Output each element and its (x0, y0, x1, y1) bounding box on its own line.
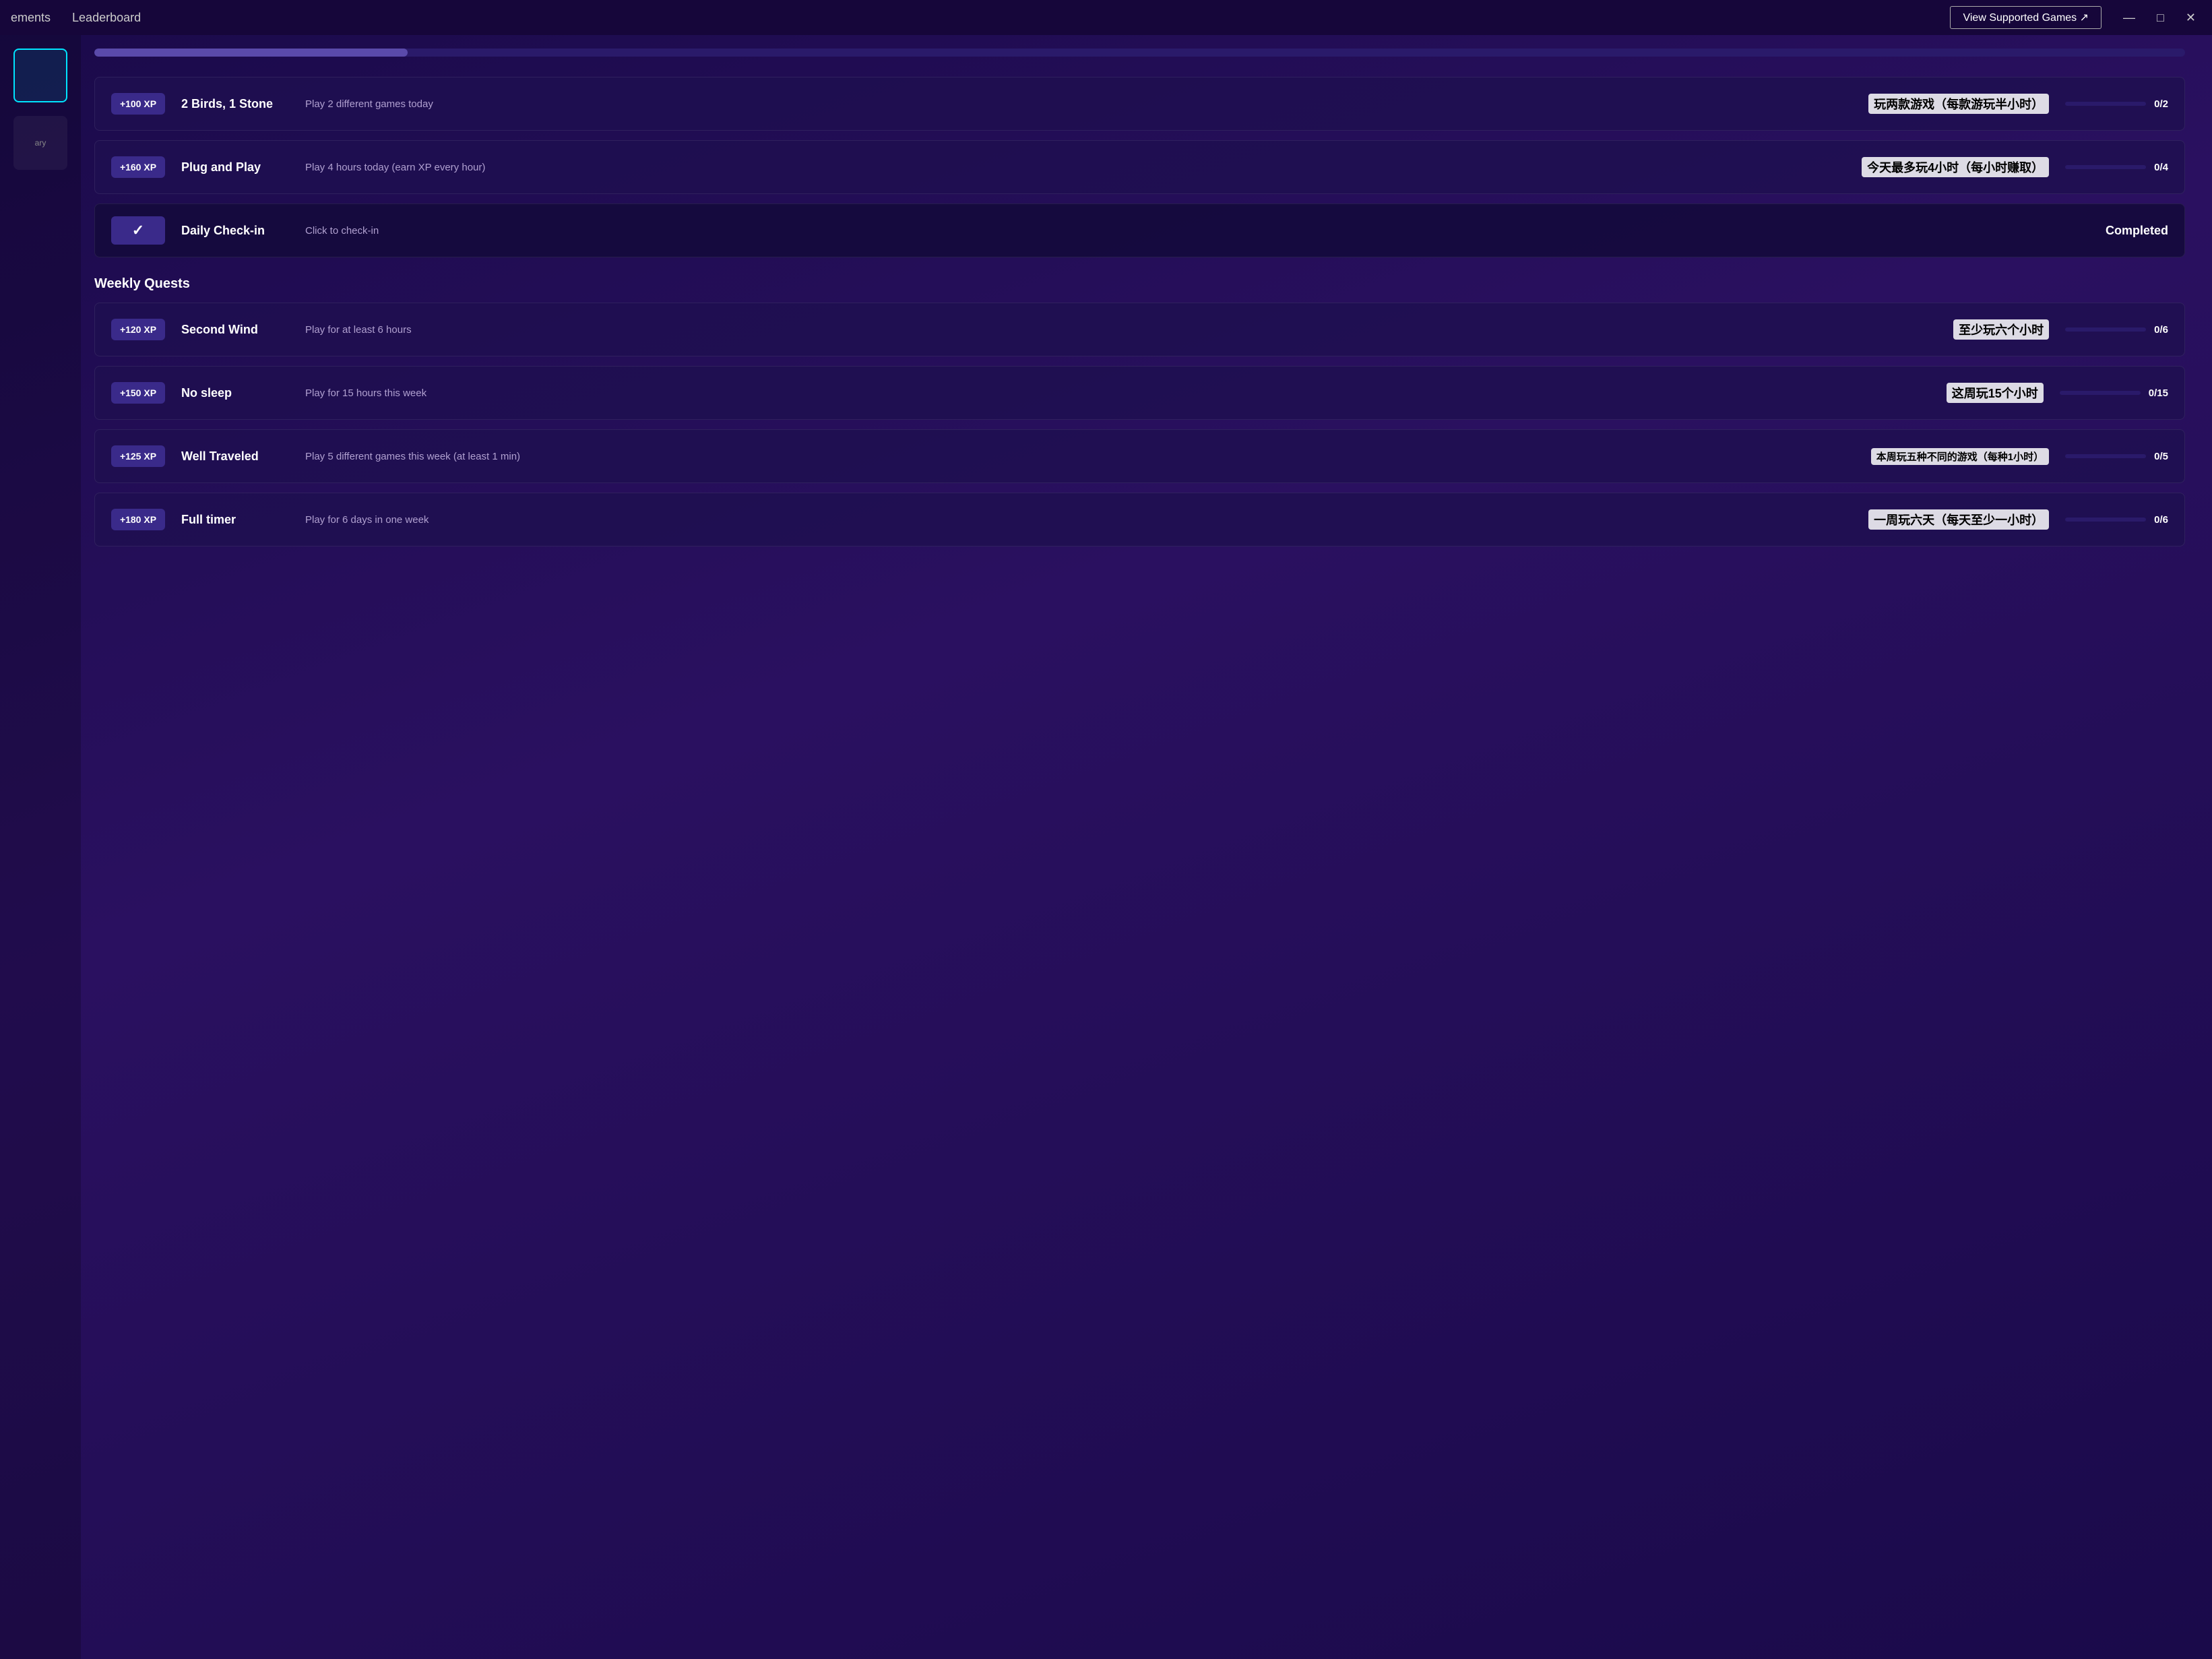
quest-name-welltraveled: Well Traveled (181, 449, 289, 464)
completed-text-checkin: Completed (2106, 224, 2168, 238)
quest-item-checkin[interactable]: ✓ Daily Check-in Click to check-in Compl… (94, 204, 2185, 257)
minimize-button[interactable]: — (2118, 8, 2141, 28)
quest-name-plug: Plug and Play (181, 160, 289, 175)
xp-badge-fulltimer: +180 XP (111, 509, 165, 530)
quest-progress-secondwind: 0/6 (2065, 324, 2168, 336)
quest-desc-secondwind: Play for at least 6 hours (305, 324, 1937, 336)
nav-item-leaderboard[interactable]: Leaderboard (72, 8, 141, 28)
quest-annotation-2birds: 玩两款游戏（每款游玩半小时） (1868, 94, 2049, 114)
quest-item-secondwind[interactable]: +120 XP Second Wind Play for at least 6 … (94, 303, 2185, 356)
quest-progress-plug: 0/4 (2065, 162, 2168, 173)
quest-progress-fulltimer: 0/6 (2065, 514, 2168, 526)
quest-desc-fulltimer: Play for 6 days in one week (305, 514, 1852, 526)
nav-items: ements Leaderboard (11, 8, 141, 28)
quest-name-secondwind: Second Wind (181, 323, 289, 337)
quest-item-welltraveled[interactable]: +125 XP Well Traveled Play 5 different g… (94, 429, 2185, 483)
quest-desc-nosleep: Play for 15 hours this week (305, 387, 1930, 399)
quest-item-2birds[interactable]: +100 XP 2 Birds, 1 Stone Play 2 differen… (94, 77, 2185, 131)
xp-badge-plug: +160 XP (111, 156, 165, 178)
sidebar: ary (0, 35, 81, 1659)
progress-bar-nosleep (2060, 391, 2141, 395)
progress-bar-welltraveled (2065, 454, 2146, 458)
quest-annotation-welltraveled: 本周玩五种不同的游戏（每种1小时） (1871, 448, 2049, 465)
quest-row-checkin: ✓ Daily Check-in Click to check-in Compl… (94, 204, 2185, 257)
quest-item-plug[interactable]: +160 XP Plug and Play Play 4 hours today… (94, 140, 2185, 194)
xp-badge-2birds: +100 XP (111, 93, 165, 115)
xp-badge-welltraveled: +125 XP (111, 445, 165, 467)
quest-progress-2birds: 0/2 (2065, 98, 2168, 110)
progress-text-secondwind: 0/6 (2154, 324, 2168, 336)
top-progress-fill (94, 49, 408, 57)
quest-name-checkin: Daily Check-in (181, 224, 289, 238)
quest-item-nosleep[interactable]: +150 XP No sleep Play for 15 hours this … (94, 366, 2185, 420)
maximize-button[interactable]: □ (2151, 8, 2170, 28)
weekly-quests-title: Weekly Quests (94, 276, 2185, 292)
xp-badge-nosleep: +150 XP (111, 382, 165, 404)
quest-name-fulltimer: Full timer (181, 513, 289, 527)
sidebar-label: ary (35, 138, 46, 148)
quest-annotation-plug: 今天最多玩4小时（每小时赚取） (1862, 157, 2049, 177)
quest-desc-checkin: Click to check-in (305, 225, 1189, 237)
quest-progress-nosleep: 0/15 (2060, 387, 2168, 399)
progress-bar-plug (2065, 165, 2146, 169)
progress-text-fulltimer: 0/6 (2154, 514, 2168, 526)
quest-desc-welltraveled: Play 5 different games this week (at lea… (305, 451, 1855, 462)
progress-text-2birds: 0/2 (2154, 98, 2168, 110)
progress-bar-fulltimer (2065, 518, 2146, 522)
progress-bar-2birds (2065, 102, 2146, 106)
quest-name-2birds: 2 Birds, 1 Stone (181, 97, 289, 111)
close-button[interactable]: ✕ (2180, 8, 2201, 28)
progress-bar-secondwind (2065, 327, 2146, 332)
quest-row-plug: +160 XP Plug and Play Play 4 hours today… (94, 140, 2185, 194)
quest-row-secondwind: +120 XP Second Wind Play for at least 6 … (94, 303, 2185, 356)
xp-badge-secondwind: +120 XP (111, 319, 165, 340)
sidebar-item-1[interactable] (13, 49, 67, 102)
quest-annotation-nosleep: 这周玩15个小时 (1947, 383, 2044, 403)
quest-progress-welltraveled: 0/5 (2065, 451, 2168, 462)
progress-text-welltraveled: 0/5 (2154, 451, 2168, 462)
app-window: ements Leaderboard View Supported Games … (0, 0, 2212, 1659)
quest-row-welltraveled: +125 XP Well Traveled Play 5 different g… (94, 429, 2185, 483)
sidebar-item-2[interactable]: ary (13, 116, 67, 170)
xp-badge-checkin: ✓ (111, 216, 165, 245)
quest-row-nosleep: +150 XP No sleep Play for 15 hours this … (94, 366, 2185, 420)
window-controls: — □ ✕ (2118, 8, 2201, 28)
progress-text-plug: 0/4 (2154, 162, 2168, 173)
quest-desc-plug: Play 4 hours today (earn XP every hour) (305, 162, 1845, 173)
quest-row-fulltimer: +180 XP Full timer Play for 6 days in on… (94, 493, 2185, 546)
quest-annotation-fulltimer: 一周玩六天（每天至少一小时） (1868, 509, 2049, 530)
content-area[interactable]: +100 XP 2 Birds, 1 Stone Play 2 differen… (81, 35, 2212, 1659)
quest-name-nosleep: No sleep (181, 386, 289, 400)
title-bar: ements Leaderboard View Supported Games … (0, 0, 2212, 35)
top-progress-bar (94, 49, 2185, 57)
nav-item-achievements[interactable]: ements (11, 8, 51, 28)
view-supported-games-button[interactable]: View Supported Games ↗ (1950, 6, 2102, 29)
quest-desc-2birds: Play 2 different games today (305, 98, 1852, 110)
quest-item-fulltimer[interactable]: +180 XP Full timer Play for 6 days in on… (94, 493, 2185, 546)
quest-row-2birds: +100 XP 2 Birds, 1 Stone Play 2 differen… (94, 77, 2185, 131)
progress-text-nosleep: 0/15 (2149, 387, 2168, 399)
main-content: ary +100 XP 2 Birds, 1 Stone Play 2 diff… (0, 35, 2212, 1659)
quest-annotation-secondwind: 至少玩六个小时 (1953, 319, 2049, 340)
